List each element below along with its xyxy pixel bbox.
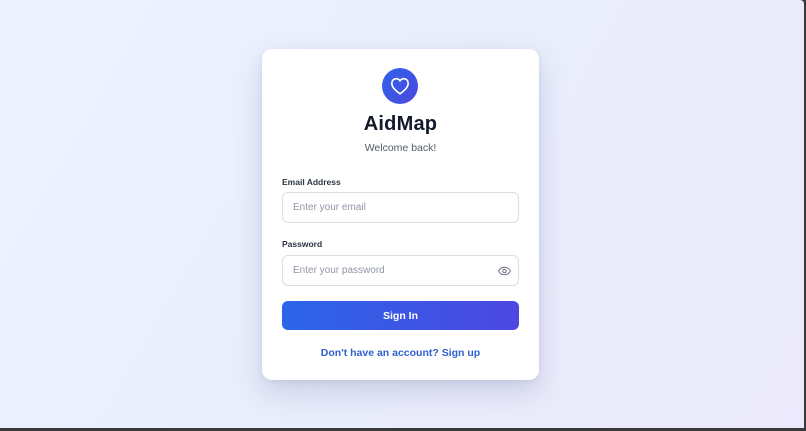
welcome-subtitle: Welcome back! (364, 142, 437, 154)
login-page: AidMap Welcome back! Email Address Passw… (0, 0, 804, 428)
eye-icon[interactable] (498, 265, 511, 277)
sign-in-button[interactable]: Sign In (282, 301, 519, 330)
password-input[interactable] (283, 256, 518, 285)
app-title: AidMap (363, 113, 438, 135)
email-input[interactable] (283, 193, 518, 222)
sign-up-link[interactable]: Don't have an account? Sign up (262, 347, 539, 359)
email-field-wrapper (282, 192, 519, 223)
email-label: Email Address (282, 177, 341, 187)
logo-badge (382, 68, 418, 104)
password-label: Password (282, 239, 323, 249)
login-card: AidMap Welcome back! Email Address Passw… (262, 49, 539, 380)
heart-icon (391, 77, 409, 95)
password-field-wrapper (282, 255, 519, 286)
